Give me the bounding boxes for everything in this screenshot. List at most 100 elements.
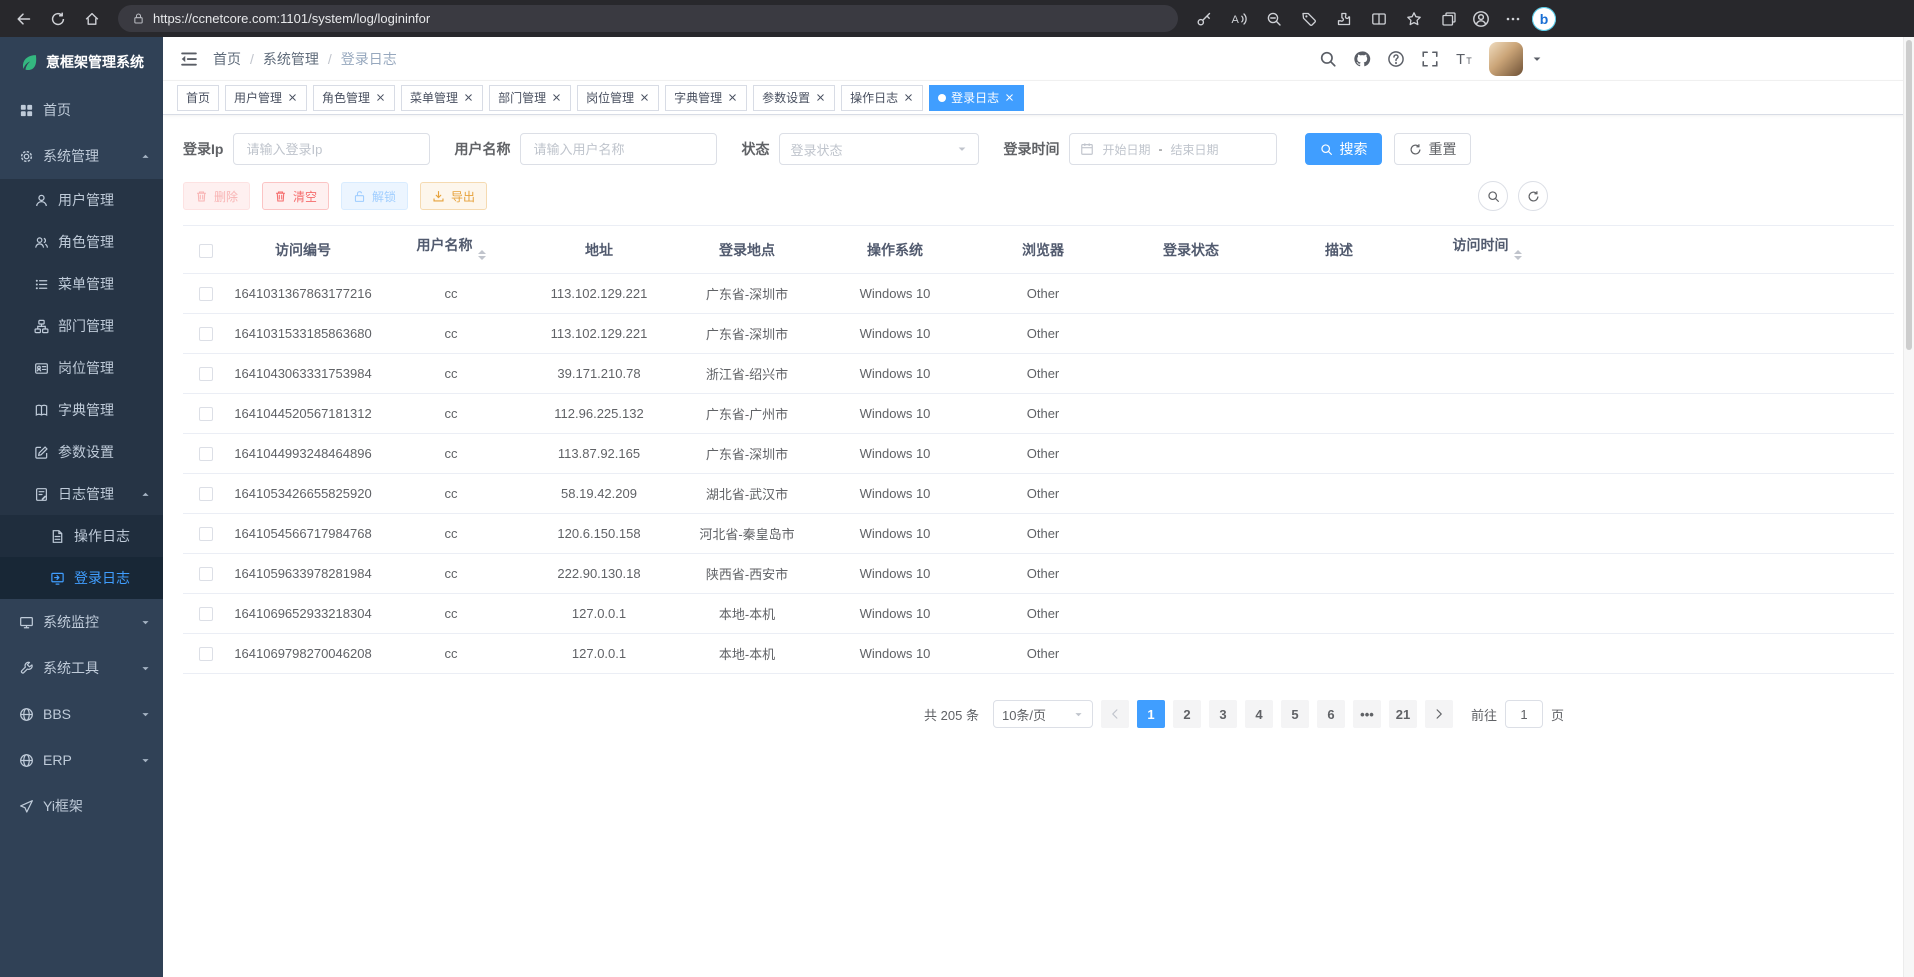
tab-menu-mgmt[interactable]: 菜单管理 bbox=[401, 85, 483, 111]
end-date-placeholder[interactable]: 结束日期 bbox=[1170, 141, 1218, 158]
row-checkbox[interactable] bbox=[199, 487, 213, 501]
sidebar-item-post-mgmt[interactable]: 岗位管理 bbox=[0, 347, 163, 389]
table-row[interactable]: 1641043063331753984 cc 39.171.210.78 浙江省… bbox=[183, 354, 1894, 394]
delete-button[interactable]: 删除 bbox=[183, 182, 250, 210]
bing-chat-button[interactable]: b bbox=[1532, 7, 1556, 31]
reset-button[interactable]: 重置 bbox=[1394, 133, 1471, 165]
extensions-button[interactable] bbox=[1328, 4, 1360, 34]
date-range-picker[interactable]: 开始日期 - 结束日期 bbox=[1069, 133, 1277, 165]
table-row[interactable]: 1641044993248464896 cc 113.87.92.165 广东省… bbox=[183, 434, 1894, 474]
start-date-placeholder[interactable]: 开始日期 bbox=[1102, 141, 1150, 158]
tab-dept-mgmt[interactable]: 部门管理 bbox=[489, 85, 571, 111]
sidebar-item-dept-mgmt[interactable]: 部门管理 bbox=[0, 305, 163, 347]
page-button-4[interactable]: 4 bbox=[1245, 700, 1273, 728]
status-select[interactable]: 登录状态 bbox=[779, 133, 979, 165]
table-row[interactable]: 1641069798270046208 cc 127.0.0.1 本地-本机 W… bbox=[183, 634, 1894, 674]
split-screen-button[interactable] bbox=[1363, 4, 1395, 34]
tab-home[interactable]: 首页 bbox=[177, 85, 219, 111]
page-button-1[interactable]: 1 bbox=[1137, 700, 1165, 728]
goto-page-input[interactable] bbox=[1505, 700, 1543, 728]
login-ip-input[interactable] bbox=[233, 133, 430, 165]
row-checkbox[interactable] bbox=[199, 647, 213, 661]
page-button-3[interactable]: 3 bbox=[1209, 700, 1237, 728]
next-page-button[interactable] bbox=[1425, 700, 1453, 728]
close-icon[interactable] bbox=[463, 92, 474, 103]
row-checkbox[interactable] bbox=[199, 447, 213, 461]
page-scrollbar[interactable] bbox=[1903, 37, 1914, 977]
browser-profile-button[interactable] bbox=[1468, 6, 1494, 32]
row-checkbox[interactable] bbox=[199, 567, 213, 581]
sidebar-toggle-icon[interactable] bbox=[179, 49, 199, 69]
table-row[interactable]: 1641031367863177216 cc 113.102.129.221 广… bbox=[183, 274, 1894, 314]
user-name-input[interactable] bbox=[520, 133, 717, 165]
search-icon[interactable] bbox=[1319, 50, 1337, 68]
collections-button[interactable] bbox=[1433, 4, 1465, 34]
refresh-table-button[interactable] bbox=[1518, 181, 1548, 211]
app-logo[interactable]: 意框架管理系统 bbox=[0, 37, 163, 87]
page-button-2[interactable]: 2 bbox=[1173, 700, 1201, 728]
page-button-21[interactable]: 21 bbox=[1389, 700, 1417, 728]
column-header-time[interactable]: 访问时间 bbox=[1413, 226, 1561, 274]
sidebar-item-operation-log[interactable]: 操作日志 bbox=[0, 515, 163, 557]
chevron-down-icon[interactable] bbox=[1531, 53, 1543, 65]
row-checkbox[interactable] bbox=[199, 327, 213, 341]
sidebar-item-login-log[interactable]: 登录日志 bbox=[0, 557, 163, 599]
row-checkbox[interactable] bbox=[199, 407, 213, 421]
favorites-button[interactable] bbox=[1398, 4, 1430, 34]
breadcrumb-home[interactable]: 首页 bbox=[213, 49, 241, 69]
sidebar-item-yi-framework[interactable]: Yi框架 bbox=[0, 783, 163, 829]
sort-icon[interactable] bbox=[1514, 246, 1522, 264]
browser-back-button[interactable] bbox=[8, 4, 40, 34]
search-button[interactable]: 搜索 bbox=[1305, 133, 1382, 165]
row-checkbox[interactable] bbox=[199, 527, 213, 541]
row-checkbox[interactable] bbox=[199, 287, 213, 301]
prev-page-button[interactable] bbox=[1101, 700, 1129, 728]
browser-home-button[interactable] bbox=[76, 4, 108, 34]
sidebar-item-param-settings[interactable]: 参数设置 bbox=[0, 431, 163, 473]
breadcrumb-system[interactable]: 系统管理 bbox=[263, 49, 319, 69]
close-icon[interactable] bbox=[1004, 92, 1015, 103]
sidebar-item-dict-mgmt[interactable]: 字典管理 bbox=[0, 389, 163, 431]
sidebar-item-user-mgmt[interactable]: 用户管理 bbox=[0, 179, 163, 221]
shopping-button[interactable] bbox=[1293, 4, 1325, 34]
tab-role-mgmt[interactable]: 角色管理 bbox=[313, 85, 395, 111]
sidebar-item-tools[interactable]: 系统工具 bbox=[0, 645, 163, 691]
sidebar-item-system[interactable]: 系统管理 bbox=[0, 133, 163, 179]
column-header-user-name[interactable]: 用户名称 bbox=[377, 226, 525, 274]
table-row[interactable]: 1641053426655825920 cc 58.19.42.209 湖北省-… bbox=[183, 474, 1894, 514]
close-icon[interactable] bbox=[375, 92, 386, 103]
table-row[interactable]: 1641059633978281984 cc 222.90.130.18 陕西省… bbox=[183, 554, 1894, 594]
sidebar-item-erp[interactable]: ERP bbox=[0, 737, 163, 783]
read-aloud-button[interactable] bbox=[1223, 4, 1255, 34]
page-button-5[interactable]: 5 bbox=[1281, 700, 1309, 728]
close-icon[interactable] bbox=[903, 92, 914, 103]
sidebar-item-home[interactable]: 首页 bbox=[0, 87, 163, 133]
page-size-select[interactable]: 10条/页 bbox=[993, 700, 1093, 728]
sidebar-item-bbs[interactable]: BBS bbox=[0, 691, 163, 737]
tab-user-mgmt[interactable]: 用户管理 bbox=[225, 85, 307, 111]
sort-icon[interactable] bbox=[478, 246, 486, 264]
scrollbar-thumb[interactable] bbox=[1906, 40, 1912, 350]
page-button-6[interactable]: 6 bbox=[1317, 700, 1345, 728]
tab-operation-log[interactable]: 操作日志 bbox=[841, 85, 923, 111]
table-row[interactable]: 1641069652933218304 cc 127.0.0.1 本地-本机 W… bbox=[183, 594, 1894, 634]
help-icon[interactable] bbox=[1387, 50, 1405, 68]
browser-menu-button[interactable] bbox=[1497, 4, 1529, 34]
table-row[interactable]: 1641031533185863680 cc 113.102.129.221 广… bbox=[183, 314, 1894, 354]
export-button[interactable]: 导出 bbox=[420, 182, 487, 210]
sidebar-item-role-mgmt[interactable]: 角色管理 bbox=[0, 221, 163, 263]
zoom-button[interactable] bbox=[1258, 4, 1290, 34]
row-checkbox[interactable] bbox=[199, 367, 213, 381]
password-key-button[interactable] bbox=[1188, 4, 1220, 34]
row-checkbox[interactable] bbox=[199, 607, 213, 621]
close-icon[interactable] bbox=[551, 92, 562, 103]
sidebar-item-log-mgmt[interactable]: 日志管理 bbox=[0, 473, 163, 515]
toggle-search-button[interactable] bbox=[1478, 181, 1508, 211]
close-icon[interactable] bbox=[727, 92, 738, 103]
close-icon[interactable] bbox=[639, 92, 650, 103]
url-text[interactable]: https://ccnetcore.com:1101/system/log/lo… bbox=[153, 11, 430, 26]
more-pages-button[interactable]: ••• bbox=[1353, 700, 1381, 728]
fullscreen-icon[interactable] bbox=[1421, 50, 1439, 68]
clear-button[interactable]: 清空 bbox=[262, 182, 329, 210]
address-bar[interactable]: https://ccnetcore.com:1101/system/log/lo… bbox=[118, 5, 1178, 32]
